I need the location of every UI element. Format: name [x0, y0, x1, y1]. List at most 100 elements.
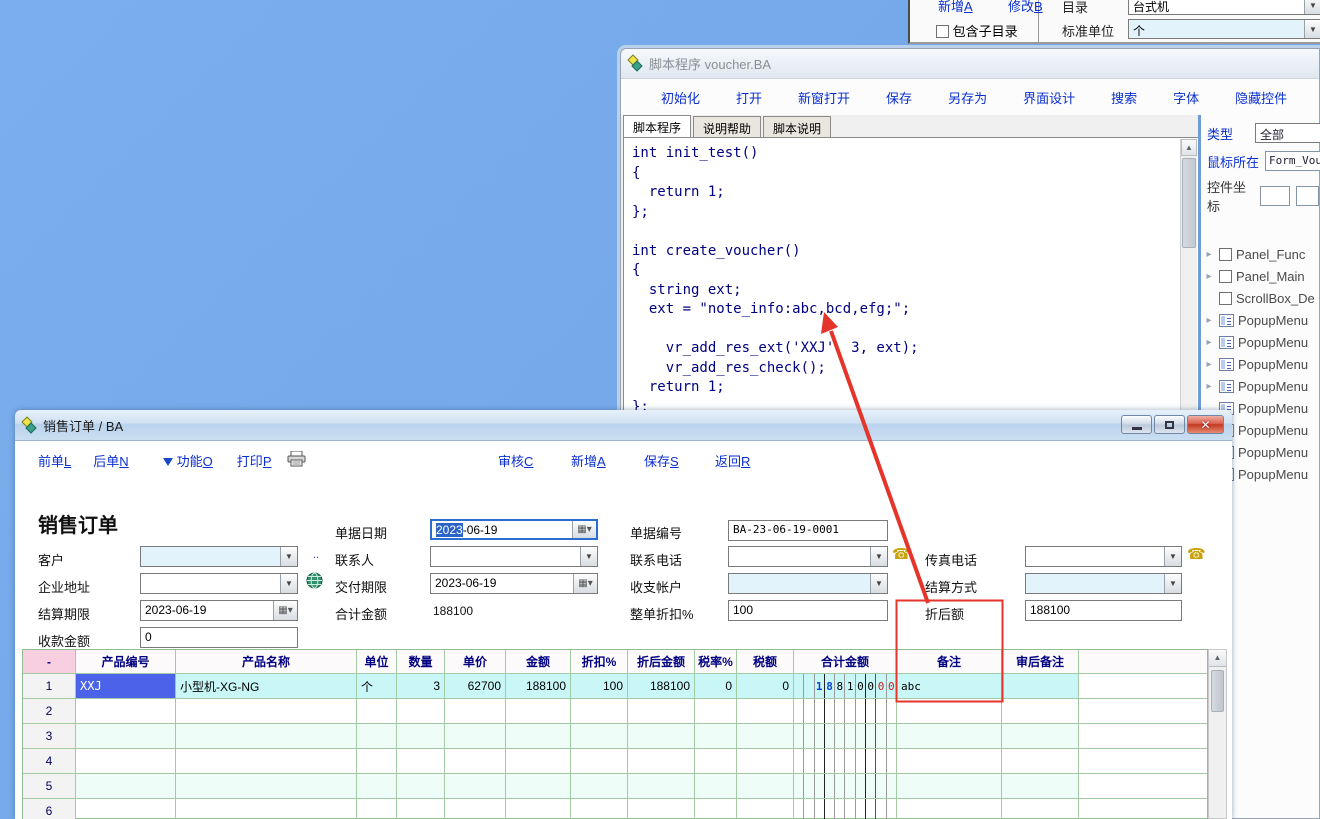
- col-header-discount[interactable]: 折扣%: [571, 650, 628, 673]
- tree-item[interactable]: ▸PopupMenu: [1203, 331, 1319, 353]
- col-header-index[interactable]: -: [23, 650, 76, 673]
- ui-design-button[interactable]: 界面设计: [1023, 88, 1075, 107]
- open-button[interactable]: 打开: [736, 88, 762, 107]
- cell-discount[interactable]: 100: [571, 674, 628, 698]
- col-header-product-code[interactable]: 产品编号: [76, 650, 176, 673]
- font-button[interactable]: 字体: [1173, 88, 1199, 107]
- checkbox-icon[interactable]: [936, 25, 949, 38]
- contact-select[interactable]: ▼: [430, 546, 598, 567]
- chevron-down-icon[interactable]: ▼: [870, 574, 887, 593]
- type-select[interactable]: 全部: [1255, 123, 1320, 143]
- discount-pct-field[interactable]: 100: [728, 600, 888, 621]
- standard-unit-select[interactable]: 个▼: [1128, 19, 1320, 39]
- row-number[interactable]: 3: [23, 724, 76, 748]
- doc-date-field[interactable]: 2023-06-19 ▦▾: [430, 519, 598, 540]
- settle-term-field[interactable]: 2023-06-19▦▾: [140, 600, 298, 621]
- tree-item[interactable]: ▸PopupMenu: [1203, 309, 1319, 331]
- cell-product-name[interactable]: 小型机-XG-NG: [176, 674, 357, 698]
- col-header-total[interactable]: 合计金额: [794, 650, 897, 673]
- open-new-window-button[interactable]: 新窗打开: [798, 88, 850, 107]
- customer-select[interactable]: ▼: [140, 546, 298, 567]
- col-header-product-name[interactable]: 产品名称: [176, 650, 357, 673]
- save-button[interactable]: 保存S: [644, 451, 679, 470]
- checkbox-icon[interactable]: [1219, 248, 1232, 261]
- hide-controls-button[interactable]: 隐藏控件: [1235, 88, 1287, 107]
- calendar-icon[interactable]: ▦▾: [572, 521, 596, 538]
- init-button[interactable]: 初始化: [661, 88, 700, 107]
- tree-item[interactable]: ScrollBox_De: [1203, 287, 1319, 309]
- grid-scrollbar[interactable]: ▲: [1208, 649, 1227, 819]
- cell-unit[interactable]: 个: [357, 674, 397, 698]
- add-button[interactable]: 新增A: [571, 451, 606, 470]
- cell-product-code[interactable]: XXJ: [76, 674, 176, 698]
- received-amount-field[interactable]: 0: [140, 627, 298, 648]
- grid-row-6[interactable]: 6: [23, 799, 1207, 819]
- close-button[interactable]: ✕: [1187, 415, 1224, 434]
- expander-icon[interactable]: ▸: [1203, 315, 1215, 326]
- save-script-button[interactable]: 保存: [886, 88, 912, 107]
- col-header-audit-note[interactable]: 审后备注: [1002, 650, 1079, 673]
- row-number[interactable]: 4: [23, 749, 76, 773]
- doc-number-field[interactable]: BA-23-06-19-0001: [728, 520, 888, 541]
- chevron-down-icon[interactable]: ▼: [1304, 20, 1320, 38]
- account-select[interactable]: ▼: [728, 573, 888, 594]
- expander-icon[interactable]: ▸: [1203, 359, 1215, 370]
- after-discount-field[interactable]: 188100: [1025, 600, 1182, 621]
- deliver-date-field[interactable]: 2023-06-19▦▾: [430, 573, 598, 594]
- prev-doc-button[interactable]: 前单L: [38, 451, 71, 470]
- checkbox-icon[interactable]: [1219, 292, 1232, 305]
- col-header-price[interactable]: 单价: [445, 650, 506, 673]
- row-number[interactable]: 2: [23, 699, 76, 723]
- address-select[interactable]: ▼: [140, 573, 298, 594]
- functions-menu-button[interactable]: 功能O: [163, 451, 213, 470]
- chevron-down-icon[interactable]: ▼: [280, 574, 297, 593]
- next-doc-button[interactable]: 后单N: [93, 451, 128, 470]
- chevron-down-icon[interactable]: ▼: [1164, 574, 1181, 593]
- calendar-icon[interactable]: ▦▾: [573, 574, 597, 593]
- maximize-button[interactable]: [1154, 415, 1185, 434]
- fax-phone-icon[interactable]: ☎: [1187, 545, 1206, 563]
- grid-row-3[interactable]: 3: [23, 724, 1207, 749]
- chevron-down-icon[interactable]: ▼: [1164, 547, 1181, 566]
- sales-titlebar[interactable]: 销售订单 / BA ✕: [15, 410, 1232, 441]
- script-titlebar[interactable]: 脚本程序 voucher.BA: [621, 49, 1319, 79]
- tab-help[interactable]: 说明帮助: [693, 116, 761, 137]
- search-button[interactable]: 搜索: [1111, 88, 1137, 107]
- grid-row-4[interactable]: 4: [23, 749, 1207, 774]
- print-button[interactable]: 打印P: [237, 451, 272, 470]
- cell-tax[interactable]: 0: [737, 674, 794, 698]
- fax-select[interactable]: ▼: [1025, 546, 1182, 567]
- tab-script-program[interactable]: 脚本程序: [623, 115, 691, 137]
- scrollbar-thumb[interactable]: [1182, 158, 1196, 248]
- chevron-down-icon[interactable]: ▼: [280, 547, 297, 566]
- cell-discounted[interactable]: 188100: [628, 674, 695, 698]
- calendar-icon[interactable]: ▦▾: [273, 601, 297, 620]
- col-header-note[interactable]: 备注: [897, 650, 1002, 673]
- tree-item[interactable]: ▸PopupMenu: [1203, 375, 1319, 397]
- row-number[interactable]: 1: [23, 674, 76, 698]
- add-record-button[interactable]: 新增A: [938, 0, 973, 15]
- minimize-button[interactable]: [1121, 415, 1152, 434]
- phone-icon[interactable]: ☎: [892, 545, 911, 563]
- cell-taxrate[interactable]: 0: [695, 674, 737, 698]
- cell-total-digits[interactable]: 18810000: [794, 674, 897, 698]
- row-number[interactable]: 6: [23, 799, 76, 819]
- col-header-tax[interactable]: 税额: [737, 650, 794, 673]
- phone-select[interactable]: ▼: [728, 546, 888, 567]
- cell-amount[interactable]: 188100: [506, 674, 571, 698]
- save-as-button[interactable]: 另存为: [948, 88, 987, 107]
- scroll-up-icon[interactable]: ▲: [1181, 139, 1197, 156]
- modify-record-button[interactable]: 修改B: [1008, 0, 1043, 15]
- directory-select[interactable]: 台式机▼: [1128, 0, 1320, 15]
- chevron-down-icon[interactable]: ▼: [1304, 0, 1320, 14]
- checkbox-icon[interactable]: [1219, 270, 1232, 283]
- scrollbar-thumb[interactable]: [1211, 670, 1224, 712]
- customer-lookup-button[interactable]: ..: [308, 549, 324, 567]
- grid-row-5[interactable]: 5: [23, 774, 1207, 799]
- return-button[interactable]: 返回R: [715, 451, 750, 470]
- cell-price[interactable]: 62700: [445, 674, 506, 698]
- globe-icon[interactable]: [306, 572, 323, 592]
- col-header-discounted[interactable]: 折后金额: [628, 650, 695, 673]
- chevron-down-icon[interactable]: ▼: [580, 547, 597, 566]
- audit-button[interactable]: 审核C: [498, 451, 533, 470]
